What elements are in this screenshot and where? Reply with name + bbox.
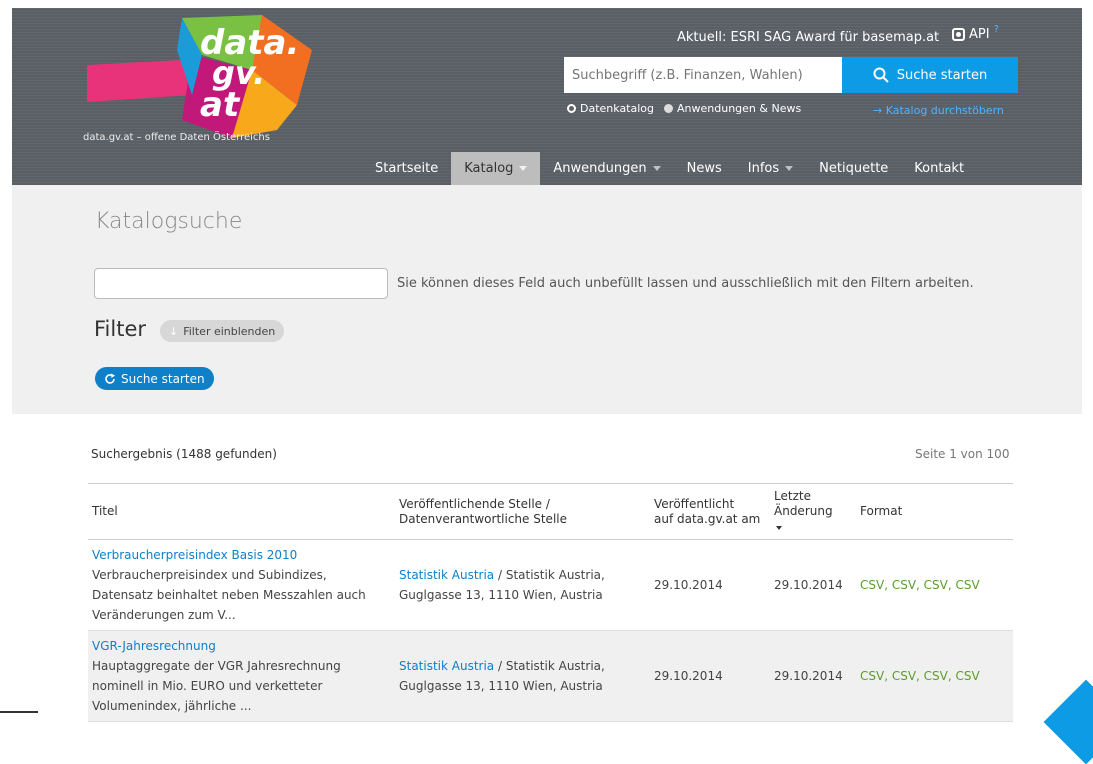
cell-format: CSV, CSV, CSV, CSV xyxy=(856,630,1013,722)
search-scope-radios: Datenkatalog Anwendungen & News xyxy=(567,102,801,115)
sort-desc-icon xyxy=(776,526,782,530)
format-links[interactable]: CSV, CSV, CSV, CSV xyxy=(860,578,980,592)
cell-format: CSV, CSV, CSV, CSV xyxy=(856,539,1013,631)
column-publisher[interactable]: Veröffentlichende Stelle / Datenverantwor… xyxy=(395,483,650,540)
radio-selected-icon xyxy=(567,104,576,113)
query-hint: Sie können dieses Feld auch unbefüllt la… xyxy=(397,276,974,291)
help-icon[interactable]: ? xyxy=(994,24,999,35)
nav-kontakt-label: Kontakt xyxy=(914,161,965,176)
column-title-label: Titel xyxy=(92,504,118,518)
column-changed-label-1: Letzte xyxy=(774,489,811,503)
dataset-title-link[interactable]: Verbraucherpreisindex Basis 2010 xyxy=(92,545,391,565)
dataset-description: Hauptaggregate der VGR Jahresrechnung no… xyxy=(92,659,341,713)
chevron-down-icon xyxy=(785,166,794,171)
cell-publisher: Statistik Austria / Statistik Austria, G… xyxy=(395,539,650,631)
cell-changed: 29.10.2014 xyxy=(770,539,856,631)
arrow-down-icon: ↓ xyxy=(169,324,179,338)
page-title: Katalogsuche xyxy=(95,209,243,234)
main-nav: Startseite Katalog Anwendungen News Info… xyxy=(362,152,977,185)
nav-startseite-label: Startseite xyxy=(375,161,439,176)
column-format-label: Format xyxy=(860,504,903,518)
radio-catalog-label: Datenkatalog xyxy=(580,102,655,115)
cell-title: VGR-Jahresrechnung Hauptaggregate der VG… xyxy=(88,630,395,722)
filter-heading: Filter xyxy=(94,317,147,341)
header-search-button-label: Suche starten xyxy=(896,67,988,83)
news-link[interactable]: Aktuell: ESRI SAG Award für basemap.at xyxy=(677,30,939,45)
nav-netiquette[interactable]: Netiquette xyxy=(806,152,901,185)
nav-news[interactable]: News xyxy=(674,152,735,185)
results-table: Titel Veröffentlichende Stelle / Datenver… xyxy=(88,483,1013,722)
feedback-corner-tab[interactable] xyxy=(1043,679,1093,764)
dataset-description: Verbraucherpreisindex und Subindizes, Da… xyxy=(92,568,366,622)
nav-katalog[interactable]: Katalog xyxy=(451,152,541,185)
catalog-search-button-label: Suche starten xyxy=(121,371,205,386)
nav-infos[interactable]: Infos xyxy=(735,152,806,185)
site-tagline: data.gv.at – offene Daten Österreichs xyxy=(83,132,270,143)
radio-unselected-icon xyxy=(664,104,674,113)
left-edge-marker xyxy=(0,711,38,713)
cell-publisher: Statistik Austria / Statistik Austria, G… xyxy=(395,630,650,722)
browse-catalog-link[interactable]: → Katalog durchstöbern xyxy=(873,104,1004,117)
dataset-title-link[interactable]: VGR-Jahresrechnung xyxy=(92,636,391,656)
format-links[interactable]: CSV, CSV, CSV, CSV xyxy=(860,669,980,683)
show-filter-button[interactable]: ↓ Filter einblenden xyxy=(160,320,285,342)
chevron-down-icon xyxy=(652,166,661,171)
data-gv-at-logo[interactable]: data. gv. at xyxy=(82,10,312,140)
api-link[interactable]: API ? xyxy=(952,24,999,42)
refresh-icon xyxy=(105,373,115,384)
radio-apps-news-label: Anwendungen & News xyxy=(677,102,802,115)
catalog-query-input[interactable] xyxy=(94,268,388,299)
nav-anwendungen[interactable]: Anwendungen xyxy=(540,152,673,185)
nav-netiquette-label: Netiquette xyxy=(819,161,889,176)
nav-news-label: News xyxy=(686,161,722,176)
logo-text-at: at xyxy=(200,85,241,125)
column-format[interactable]: Format xyxy=(856,483,1013,540)
chevron-down-icon xyxy=(519,166,528,171)
search-icon xyxy=(873,67,889,83)
column-published-label-2: auf data.gv.at am xyxy=(654,511,761,526)
nav-infos-label: Infos xyxy=(747,161,780,176)
results-count: Suchergebnis (1488 gefunden) xyxy=(91,447,277,461)
pagination-info: Seite 1 von 100 xyxy=(915,447,1010,461)
catalog-search-button[interactable]: Suche starten xyxy=(95,367,214,390)
nav-katalog-label: Katalog xyxy=(464,161,514,176)
cell-published: 29.10.2014 xyxy=(650,539,770,631)
table-row: Verbraucherpreisindex Basis 2010 Verbrau… xyxy=(88,539,1013,631)
radio-catalog[interactable]: Datenkatalog xyxy=(567,102,654,115)
column-published-label-1: Veröffentlicht xyxy=(654,496,735,511)
table-header-row: Titel Veröffentlichende Stelle / Datenver… xyxy=(88,483,1013,540)
show-filter-button-label: Filter einblenden xyxy=(183,324,276,338)
cell-title: Verbraucherpreisindex Basis 2010 Verbrau… xyxy=(88,539,395,631)
publisher-link[interactable]: Statistik Austria xyxy=(399,568,494,582)
column-publisher-label-1: Veröffentlichende Stelle / xyxy=(399,496,550,511)
publisher-link[interactable]: Statistik Austria xyxy=(399,659,494,673)
api-label: API xyxy=(969,27,990,42)
api-icon xyxy=(952,28,965,41)
column-title[interactable]: Titel xyxy=(88,483,395,540)
column-changed[interactable]: Letzte Änderung xyxy=(770,483,856,540)
column-published[interactable]: Veröffentlicht auf data.gv.at am xyxy=(650,483,770,540)
radio-apps-news[interactable]: Anwendungen & News xyxy=(664,102,801,115)
header-search-input[interactable] xyxy=(564,57,842,93)
cell-changed: 29.10.2014 xyxy=(770,630,856,722)
column-changed-label-2: Änderung xyxy=(774,504,833,518)
nav-anwendungen-label: Anwendungen xyxy=(553,161,647,176)
table-row: VGR-Jahresrechnung Hauptaggregate der VG… xyxy=(88,630,1013,722)
cell-published: 29.10.2014 xyxy=(650,630,770,722)
nav-startseite[interactable]: Startseite xyxy=(362,152,451,185)
nav-kontakt[interactable]: Kontakt xyxy=(901,152,977,185)
header-search-button[interactable]: Suche starten xyxy=(842,57,1018,93)
column-publisher-label-2: Datenverantwortliche Stelle xyxy=(399,511,567,526)
